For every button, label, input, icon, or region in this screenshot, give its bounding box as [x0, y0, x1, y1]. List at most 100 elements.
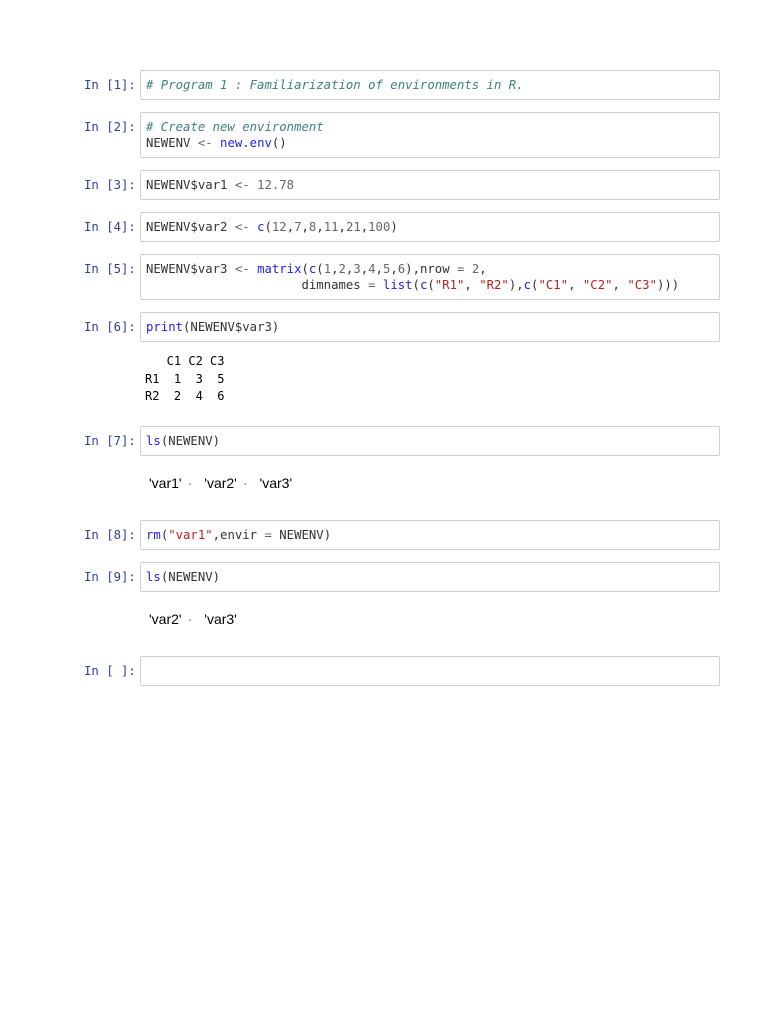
code-token: ,: [316, 220, 324, 234]
code-line: # Program 1 : Familiarization of environ…: [146, 77, 714, 93]
cell-prompt: In [3]:: [84, 178, 136, 192]
code-token: dimnames: [146, 278, 369, 292]
code-token: ,: [479, 262, 487, 276]
cell-prompt: In [5]:: [84, 262, 136, 276]
code-cell: In [2]: # Create new environment NEWENV <-…: [84, 112, 720, 158]
code-token: ,: [464, 278, 480, 292]
code-line: NEWENV$var2 <- c(12,7,8,11,21,100): [146, 219, 714, 235]
code-input[interactable]: rm("var1",envir = NEWENV): [140, 519, 720, 550]
code-token: NEWENV$var1: [146, 178, 235, 192]
code-input[interactable]: # Create new environment NEWENV <- new.en…: [140, 112, 720, 158]
code-token: (NEWENV$var3): [183, 320, 280, 334]
code-token: ))): [656, 278, 680, 292]
code-token: <-: [197, 136, 213, 150]
cell-prompt: In [7]:: [84, 433, 136, 448]
code-token: print: [146, 320, 184, 334]
code-input[interactable]: NEWENV$var1 <- 12.78: [140, 170, 720, 200]
cell-prompt: In [4]:: [84, 220, 136, 234]
code-token: c: [523, 278, 532, 292]
list-separator: ·: [187, 610, 193, 627]
code-token: <-: [234, 262, 250, 276]
code-token: ls: [146, 569, 161, 584]
code-cell: In [7]: ls(NEWENV): [84, 425, 720, 456]
cell-prompt: In [9]:: [84, 569, 136, 584]
code-token: ),nrow: [405, 262, 457, 276]
code-token: 12.78: [257, 178, 295, 192]
code-line: dimnames = list(c("R1", "R2"),c("C1", "C…: [146, 277, 714, 293]
code-token: (: [264, 220, 272, 234]
code-cell: In [4]: NEWENV$var2 <- c(12,7,8,11,21,100…: [84, 212, 720, 242]
code-line: NEWENV <- new.env(): [146, 135, 714, 151]
code-input[interactable]: # Program 1 : Familiarization of environ…: [140, 70, 720, 100]
code-token: ),: [508, 278, 524, 292]
cell-output: C1 C2 C3 R1 1 3 5 R2 2 4 6: [145, 354, 225, 403]
output-list-item: 'var2': [204, 474, 237, 491]
code-token: # Create new environment: [146, 120, 324, 134]
cell-output-list: 'var1' · 'var2' · 'var3': [149, 466, 720, 506]
code-input[interactable]: NEWENV$var3 <- matrix(c(1,2,3,4,5,6),nro…: [140, 254, 720, 300]
code-token: 21: [345, 220, 361, 234]
code-input[interactable]: ls(NEWENV): [140, 425, 720, 456]
code-token: rm: [146, 527, 161, 542]
code-token: NEWENV$var3: [146, 262, 235, 276]
code-token: 11: [323, 220, 339, 234]
output-list-item: 'var3': [204, 610, 237, 627]
code-token: list: [382, 278, 413, 292]
code-token: 2: [338, 262, 346, 276]
code-token: 7: [294, 220, 302, 234]
code-token: "var1": [168, 527, 213, 542]
code-token: 4: [368, 262, 376, 276]
code-token: "C1": [538, 278, 569, 292]
code-input[interactable]: [140, 655, 720, 686]
code-token: (NEWENV): [160, 433, 221, 448]
code-token: NEWENV$var2: [146, 220, 235, 234]
code-token: (NEWENV): [160, 569, 221, 584]
code-token: 1: [323, 262, 332, 276]
code-input[interactable]: print(NEWENV$var3): [140, 312, 720, 342]
code-token: (: [427, 278, 435, 292]
code-token: <-: [234, 220, 250, 234]
code-input[interactable]: ls(NEWENV): [140, 561, 720, 592]
code-cell: In [8]: rm("var1",envir = NEWENV): [84, 519, 720, 550]
code-token: ,: [286, 220, 295, 234]
cell-output-list: 'var2' · 'var3': [149, 602, 720, 642]
code-cell: In [9]: ls(NEWENV): [84, 561, 720, 592]
code-token: (): [271, 136, 287, 150]
code-token: ,: [331, 262, 339, 276]
output-list-item: 'var3': [259, 474, 293, 491]
notebook: In [1]: # Program 1 : Familiarization of …: [84, 70, 720, 698]
code-token: =: [264, 527, 272, 542]
code-token: =: [368, 278, 376, 292]
code-cell: In [6]: print(NEWENV$var3): [84, 312, 720, 342]
code-token: NEWENV: [146, 136, 198, 150]
code-line: ls(NEWENV): [146, 433, 714, 449]
list-separator: ·: [242, 474, 248, 491]
cell-prompt: In [6]:: [84, 320, 136, 334]
code-token: (: [412, 278, 420, 292]
code-token: "R1": [434, 278, 465, 292]
code-token: ,: [612, 278, 628, 292]
output-list-item: 'var2': [149, 610, 182, 627]
code-token: (: [301, 262, 309, 276]
cell-prompt: In [1]:: [84, 78, 136, 92]
cell-prompt: In [2]:: [84, 120, 136, 134]
code-token: ): [390, 220, 398, 234]
code-cell: In [ ]:: [84, 655, 720, 686]
code-cell: In [3]: NEWENV$var1 <- 12.78: [84, 170, 720, 200]
code-token: # Program 1 : Familiarization of environ…: [146, 78, 524, 92]
code-input[interactable]: NEWENV$var2 <- c(12,7,8,11,21,100): [140, 212, 720, 242]
code-token: "R2": [479, 278, 509, 292]
output-list-item: 'var1': [149, 474, 182, 491]
cell-prompt: In [8]:: [84, 527, 136, 542]
code-line: ls(NEWENV): [146, 569, 714, 585]
code-token: ,: [375, 262, 383, 276]
list-separator: ·: [187, 474, 193, 491]
code-token: ,: [390, 262, 398, 276]
code-token: ls: [146, 433, 161, 448]
